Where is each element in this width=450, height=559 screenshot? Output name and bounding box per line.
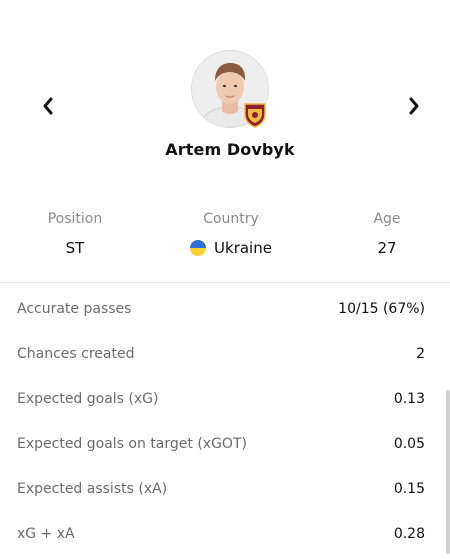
stat-label: Expected goals (xG) (17, 391, 159, 407)
position-value-text: ST (65, 239, 85, 257)
stat-value: 10/15 (67%) (338, 301, 425, 317)
as-roma-badge-icon (243, 102, 267, 128)
stat-value: 0.13 (393, 391, 425, 407)
stat-value: 0.15 (393, 481, 425, 497)
country-column: Country Ukraine (171, 209, 291, 258)
stat-value: 0.28 (393, 526, 425, 542)
age-value: 27 (357, 238, 417, 258)
ukraine-flag-icon (190, 240, 207, 256)
age-value-text: 27 (377, 239, 397, 257)
position-column: Position ST (25, 209, 125, 258)
position-value: ST (25, 238, 125, 258)
stat-label: Expected goals on target (xGOT) (17, 436, 247, 452)
chevron-right-icon (409, 97, 419, 115)
stat-row-xg: Expected goals (xG) 0.13 (0, 379, 450, 424)
player-avatar-wrap[interactable] (191, 50, 269, 128)
stat-value: 2 (416, 346, 425, 362)
stat-row-xgot: Expected goals on target (xGOT) 0.05 (0, 424, 450, 469)
chevron-left-icon (43, 97, 53, 115)
stat-row-xa: Expected assists (xA) 0.15 (0, 469, 450, 514)
player-name: Artem Dovbyk (165, 140, 295, 159)
position-label: Position (47, 211, 103, 227)
stat-label: Chances created (17, 346, 135, 362)
age-label: Age (373, 211, 401, 227)
stat-value: 0.05 (393, 436, 425, 452)
stat-label: xG + xA (17, 526, 75, 542)
stats-list: Accurate passes 10/15 (67%) Chances crea… (0, 289, 450, 559)
stat-row-accurate-passes: Accurate passes 10/15 (67%) (0, 289, 450, 334)
player-header: Artem Dovbyk Position ST Country Ukraine… (0, 0, 450, 282)
country-name: Ukraine (214, 239, 272, 257)
stat-row-chances-created: Chances created 2 (0, 334, 450, 379)
stat-label: Expected assists (xA) (17, 481, 168, 497)
section-divider (0, 282, 450, 283)
country-label: Country (203, 211, 259, 227)
stat-row-xg-plus-xa: xG + xA 0.28 (0, 514, 450, 559)
stat-label: Accurate passes (17, 301, 132, 317)
scrollbar-thumb[interactable] (446, 390, 450, 554)
next-player-button[interactable] (402, 92, 426, 120)
age-column: Age 27 (357, 209, 417, 258)
previous-player-button[interactable] (36, 92, 60, 120)
country-value[interactable]: Ukraine (171, 238, 291, 258)
